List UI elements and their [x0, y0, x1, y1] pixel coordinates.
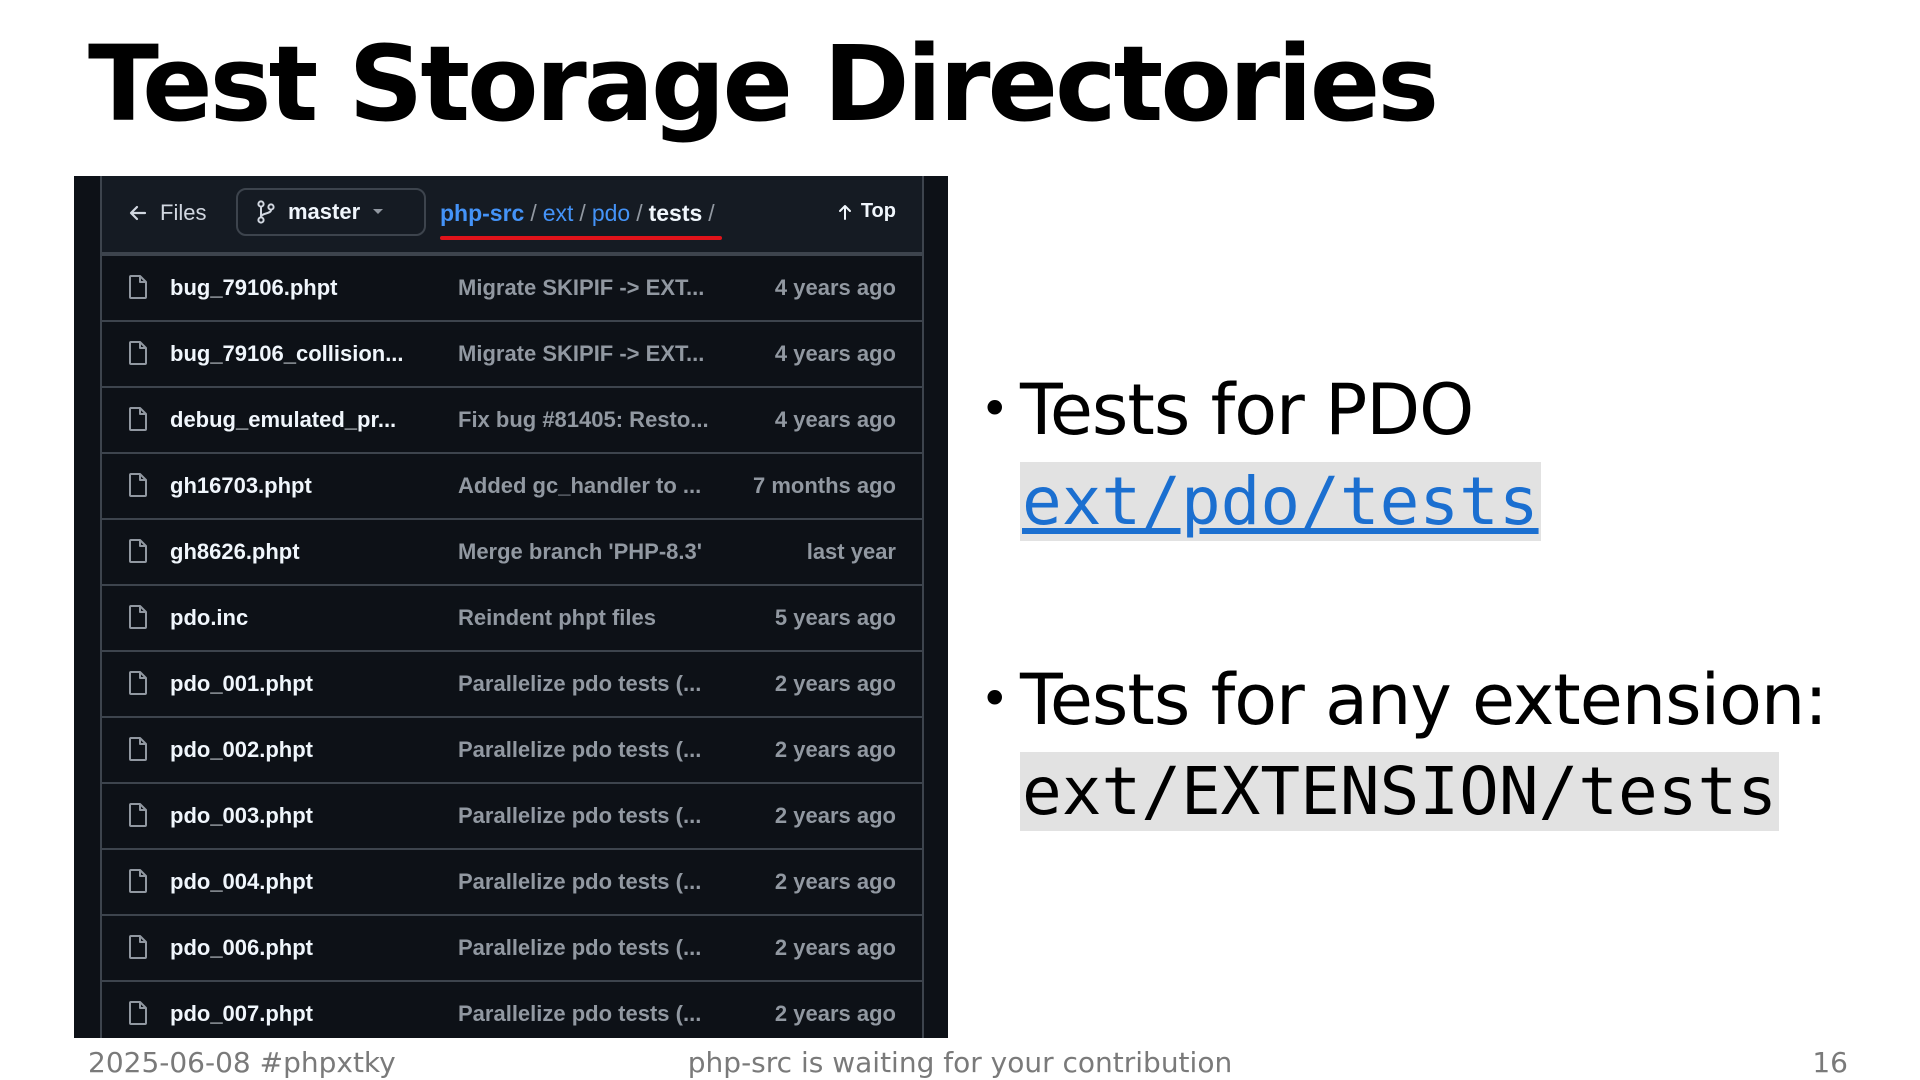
breadcrumb-separator: /: [708, 200, 715, 226]
commit-message[interactable]: Parallelize pdo tests (...: [458, 737, 701, 763]
commit-message[interactable]: Migrate SKIPIF -> EXT...: [458, 341, 704, 367]
file-icon: [128, 472, 148, 503]
breadcrumb-separator: /: [636, 200, 643, 226]
file-icon: [128, 868, 148, 899]
arrow-up-icon: [837, 203, 853, 221]
github-file-browser-screenshot: bug_77849_2.phptMigrate SKIPIF -> EXT...…: [74, 176, 948, 1038]
file-icon: [128, 802, 148, 833]
file-name[interactable]: pdo_001.phpt: [170, 671, 313, 697]
file-name[interactable]: pdo.inc: [170, 605, 248, 631]
top-button[interactable]: Top: [837, 200, 896, 223]
file-row[interactable]: gh8626.phpt Merge branch 'PHP-8.3' last ye…: [102, 520, 922, 586]
file-icon: [128, 274, 148, 305]
git-branch-icon: [256, 200, 276, 224]
slide-title: Test Storage Directories: [88, 23, 1439, 145]
breadcrumb-separator: /: [579, 200, 586, 226]
commit-message[interactable]: Fix bug #81405: Resto...: [458, 407, 709, 433]
commit-date: 4 years ago: [774, 275, 896, 300]
commit-message[interactable]: Parallelize pdo tests (...: [458, 935, 701, 961]
commit-date: 7 months ago: [752, 473, 896, 498]
code-ext-extension-tests: ext/EXTENSION/tests: [1020, 752, 1779, 832]
file-row[interactable]: pdo.inc Reindent phpt files 5 years ago: [102, 586, 922, 652]
branch-selector-button[interactable]: master: [236, 188, 426, 236]
commit-message[interactable]: Reindent phpt files: [458, 605, 656, 631]
file-icon: [128, 736, 148, 767]
top-label: Top: [860, 200, 896, 222]
file-browser-frame: bug_77849_2.phptMigrate SKIPIF -> EXT...…: [100, 176, 924, 1038]
file-name[interactable]: bug_79106_collision...: [170, 341, 404, 367]
commit-message[interactable]: Parallelize pdo tests (...: [458, 869, 701, 895]
page-number: 16: [1812, 1046, 1848, 1079]
arrow-left-icon: [128, 203, 148, 223]
file-icon: [128, 670, 148, 701]
commit-message[interactable]: Merge branch 'PHP-8.3': [458, 539, 702, 565]
commit-message[interactable]: Parallelize pdo tests (...: [458, 671, 701, 697]
commit-message[interactable]: Added gc_handler to ...: [458, 473, 701, 499]
file-icon: [128, 406, 148, 437]
file-row[interactable]: pdo_002.phpt Parallelize pdo tests (... 2 …: [102, 718, 922, 784]
commit-message[interactable]: Parallelize pdo tests (...: [458, 803, 701, 829]
file-row[interactable]: pdo_001.phpt Parallelize pdo tests (... 2 …: [102, 652, 922, 718]
file-icon: [128, 538, 148, 569]
back-to-files-button[interactable]: Files: [128, 200, 206, 226]
commit-date: 4 years ago: [774, 407, 896, 432]
file-icon: [128, 340, 148, 371]
commit-message[interactable]: Migrate SKIPIF -> EXT...: [458, 275, 704, 301]
footer-subtitle: php-src is waiting for your contribution: [687, 1046, 1233, 1079]
file-row[interactable]: pdo_006.phpt Parallelize pdo tests (... 2 …: [102, 916, 922, 982]
file-row[interactable]: bug_79106_collision... Migrate SKIPIF -> …: [102, 322, 922, 388]
file-name[interactable]: pdo_007.phpt: [170, 1001, 313, 1027]
file-row[interactable]: debug_emulated_pr... Fix bug #81405: Rest…: [102, 388, 922, 454]
caret-down-icon: [372, 208, 384, 216]
breadcrumb-tests: tests: [648, 200, 703, 226]
commit-date: 2 years ago: [774, 671, 896, 696]
file-name[interactable]: gh8626.phpt: [170, 539, 300, 565]
branch-name: master: [288, 199, 361, 224]
file-icon: [128, 604, 148, 635]
breadcrumb-separator: /: [530, 200, 537, 226]
file-row[interactable]: gh16703.phpt Added gc_handler to ... 7 mon…: [102, 454, 922, 520]
file-icon: [128, 934, 148, 965]
file-name[interactable]: pdo_006.phpt: [170, 935, 313, 961]
breadcrumb-ext[interactable]: ext: [543, 200, 574, 226]
commit-date: 2 years ago: [774, 1001, 896, 1026]
file-name[interactable]: pdo_003.phpt: [170, 803, 313, 829]
red-underline-annotation: [440, 236, 722, 240]
commit-message[interactable]: Parallelize pdo tests (...: [458, 1001, 701, 1027]
commit-date: last year: [806, 539, 896, 564]
commit-date: 4 years ago: [774, 341, 896, 366]
file-browser-header: Files master php-src / ext / pdo / tests / T: [102, 176, 922, 254]
back-files-label: Files: [160, 200, 207, 225]
commit-date: 5 years ago: [774, 605, 896, 630]
bullet-item: • Tests for any extension: ext/EXTENSION…: [980, 658, 1900, 832]
breadcrumb: php-src / ext / pdo / tests /: [440, 200, 721, 227]
bullet-text: Tests for PDO: [1020, 369, 1474, 451]
breadcrumb-pdo[interactable]: pdo: [592, 200, 630, 226]
file-row[interactable]: bug_79106.phpt Migrate SKIPIF -> EXT... 4 …: [102, 256, 922, 322]
file-name[interactable]: bug_79106.phpt: [170, 275, 337, 301]
file-name[interactable]: debug_emulated_pr...: [170, 407, 396, 433]
bullet-text: Tests for any extension:: [1020, 659, 1828, 741]
file-name[interactable]: pdo_002.phpt: [170, 737, 313, 763]
commit-date: 2 years ago: [774, 737, 896, 762]
code-link-ext-pdo-tests[interactable]: ext/pdo/tests: [1020, 462, 1541, 542]
commit-date: 2 years ago: [774, 935, 896, 960]
file-icon: [128, 1000, 148, 1031]
file-name[interactable]: gh16703.phpt: [170, 473, 312, 499]
file-row[interactable]: pdo_004.phpt Parallelize pdo tests (... 2 …: [102, 850, 922, 916]
commit-date: 2 years ago: [774, 803, 896, 828]
breadcrumb-php-src[interactable]: php-src: [440, 200, 524, 226]
commit-date: 2 years ago: [774, 869, 896, 894]
bullet-list: • Tests for PDO ext/pdo/tests • Tests fo…: [980, 368, 1900, 832]
file-name[interactable]: pdo_004.phpt: [170, 869, 313, 895]
bullet-item: • Tests for PDO ext/pdo/tests: [980, 368, 1900, 542]
file-row[interactable]: pdo_003.phpt Parallelize pdo tests (... 2 …: [102, 784, 922, 850]
file-row[interactable]: pdo_007.phpt Parallelize pdo tests (... 2 …: [102, 982, 922, 1038]
bullet-dot: •: [980, 670, 1010, 728]
bullet-dot: •: [980, 380, 1010, 438]
